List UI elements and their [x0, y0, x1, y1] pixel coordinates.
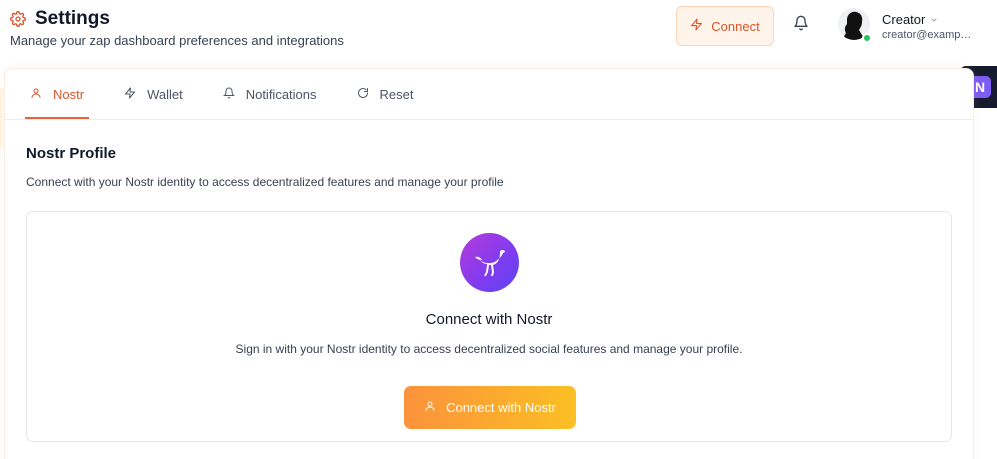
- bell-icon: [793, 15, 809, 36]
- chevron-down-icon: [930, 12, 938, 27]
- connect-panel: Connect with Nostr Sign in with your Nos…: [26, 211, 952, 442]
- header: Settings Manage your zap dashboard prefe…: [0, 0, 997, 62]
- notifications-button[interactable]: [791, 15, 811, 35]
- section-title: Nostr Profile: [26, 145, 117, 162]
- tab-label: Reset: [379, 86, 414, 102]
- page-subtitle: Manage your zap dashboard preferences an…: [10, 33, 344, 48]
- tab-label: Nostr: [53, 86, 85, 102]
- user-menu[interactable]: Creator creator@exampl...: [838, 8, 978, 44]
- tab-label: Notifications: [245, 86, 317, 102]
- connect-button[interactable]: Connect: [676, 6, 774, 46]
- tab-notifications[interactable]: Notifications: [218, 69, 322, 119]
- refresh-icon: [357, 87, 369, 102]
- user-icon: [424, 400, 436, 415]
- settings-card: Nostr Wallet Notifications Reset Nostr P…: [4, 68, 974, 459]
- connect-panel-title: Connect with Nostr: [425, 311, 553, 328]
- tabs-divider: [5, 119, 973, 120]
- section-description: Connect with your Nostr identity to acce…: [26, 175, 504, 189]
- tab-label: Wallet: [147, 86, 183, 102]
- connect-with-nostr-button[interactable]: Connect with Nostr: [404, 386, 576, 429]
- user-name: Creator: [882, 12, 926, 27]
- connect-with-nostr-label: Connect with Nostr: [446, 400, 556, 415]
- user-icon: [30, 87, 42, 102]
- tab-wallet[interactable]: Wallet: [119, 69, 188, 119]
- nostr-ostrich-icon: [460, 233, 519, 292]
- online-status-dot: [862, 33, 872, 43]
- tab-reset[interactable]: Reset: [352, 69, 419, 119]
- lightning-icon: [690, 18, 703, 34]
- gear-icon: [10, 11, 26, 27]
- settings-tabs: Nostr Wallet Notifications Reset: [25, 69, 448, 119]
- user-email: creator@exampl...: [882, 29, 972, 41]
- user-name-row: Creator: [882, 12, 938, 27]
- connect-panel-description: Sign in with your Nostr identity to acce…: [235, 342, 743, 356]
- bell-icon: [222, 87, 235, 102]
- title-row: Settings: [10, 8, 110, 30]
- connect-button-label: Connect: [711, 18, 760, 34]
- lightning-icon: [124, 87, 136, 102]
- page-title: Settings: [35, 8, 110, 29]
- tab-nostr[interactable]: Nostr: [25, 69, 90, 119]
